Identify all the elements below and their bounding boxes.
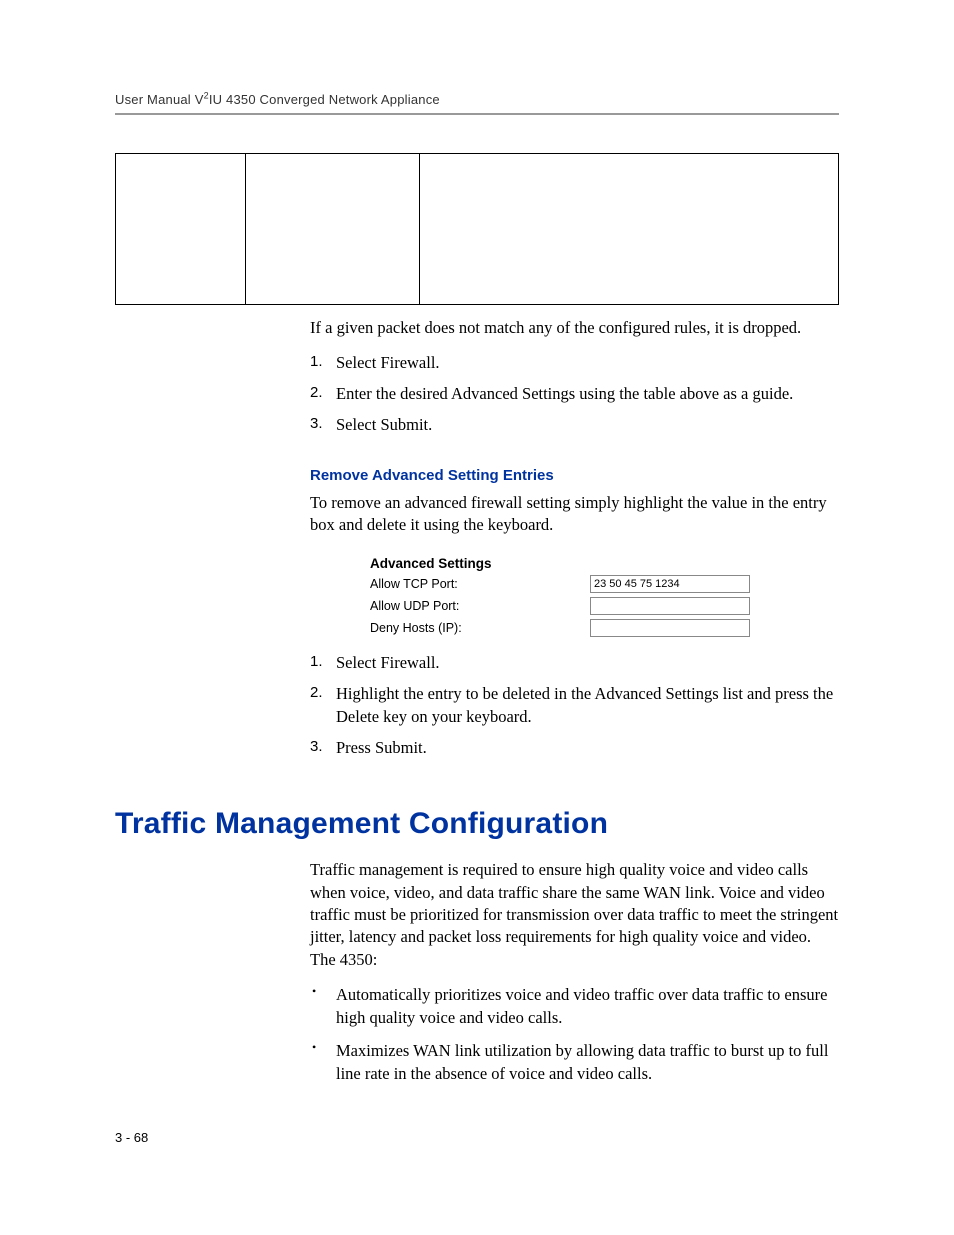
remove-paragraph: To remove an advanced firewall setting s… — [310, 492, 839, 537]
advanced-row-udp: Allow UDP Port: — [370, 597, 839, 615]
allow-udp-label: Allow UDP Port: — [370, 599, 590, 613]
bullet-text: Maximizes WAN link utilization by allowi… — [336, 1041, 828, 1083]
step-text: Select Submit. — [336, 415, 432, 434]
allow-tcp-label: Allow TCP Port: — [370, 577, 590, 591]
list-item: 1. Select Firewall. — [310, 351, 839, 374]
table-cell — [246, 154, 420, 305]
list-item: 1. Select Firewall. — [310, 651, 839, 674]
list-item: 2. Enter the desired Advanced Settings us… — [310, 382, 839, 405]
table-cell — [116, 154, 246, 305]
step-number: 2. — [310, 682, 323, 703]
intro-paragraph: If a given packet does not match any of … — [310, 317, 839, 339]
step-text: Enter the desired Advanced Settings usin… — [336, 384, 793, 403]
traffic-body: Traffic management is required to ensure… — [310, 859, 839, 1085]
bullet-text: Automatically prioritizes voice and vide… — [336, 985, 827, 1027]
deny-hosts-input[interactable] — [590, 619, 750, 637]
step-number: 1. — [310, 651, 323, 672]
running-header: User Manual V2IU 4350 Converged Network … — [115, 92, 839, 107]
traffic-bullets: Automatically prioritizes voice and vide… — [310, 983, 839, 1085]
steps-list-2: 1. Select Firewall. 2. Highlight the entry… — [310, 651, 839, 759]
step-number: 3. — [310, 736, 323, 757]
content-area: If a given packet does not match any of … — [115, 153, 839, 1085]
traffic-management-heading: Traffic Management Configuration — [115, 807, 839, 841]
header-suffix: IU 4350 Converged Network Appliance — [209, 92, 440, 107]
page: User Manual V2IU 4350 Converged Network … — [0, 0, 954, 1235]
header-prefix: User Manual V — [115, 92, 204, 107]
step-text: Highlight the entry to be deleted in the… — [336, 684, 833, 726]
body-column: If a given packet does not match any of … — [310, 317, 839, 759]
advanced-settings-title: Advanced Settings — [370, 556, 839, 571]
advanced-settings-panel: Advanced Settings Allow TCP Port: Allow … — [370, 556, 839, 637]
allow-tcp-input[interactable] — [590, 575, 750, 593]
advanced-row-tcp: Allow TCP Port: — [370, 575, 839, 593]
step-number: 3. — [310, 413, 323, 434]
empty-reference-table — [115, 153, 839, 305]
steps-list-1: 1. Select Firewall. 2. Enter the desired A… — [310, 351, 839, 436]
header-rule — [115, 113, 839, 115]
advanced-row-deny: Deny Hosts (IP): — [370, 619, 839, 637]
remove-heading: Remove Advanced Setting Entries — [310, 467, 839, 484]
step-number: 2. — [310, 382, 323, 403]
step-number: 1. — [310, 351, 323, 372]
step-text: Select Firewall. — [336, 653, 440, 672]
list-item: 2. Highlight the entry to be deleted in t… — [310, 682, 839, 728]
list-item: 3. Press Submit. — [310, 736, 839, 759]
allow-udp-input[interactable] — [590, 597, 750, 615]
table-cell — [419, 154, 838, 305]
step-text: Press Submit. — [336, 738, 427, 757]
list-item: 3. Select Submit. — [310, 413, 839, 436]
page-number: 3 - 68 — [115, 1130, 148, 1145]
list-item: Automatically prioritizes voice and vide… — [310, 983, 839, 1029]
step-text: Select Firewall. — [336, 353, 440, 372]
traffic-paragraph: Traffic management is required to ensure… — [310, 859, 839, 970]
deny-hosts-label: Deny Hosts (IP): — [370, 621, 590, 635]
list-item: Maximizes WAN link utilization by allowi… — [310, 1039, 839, 1085]
